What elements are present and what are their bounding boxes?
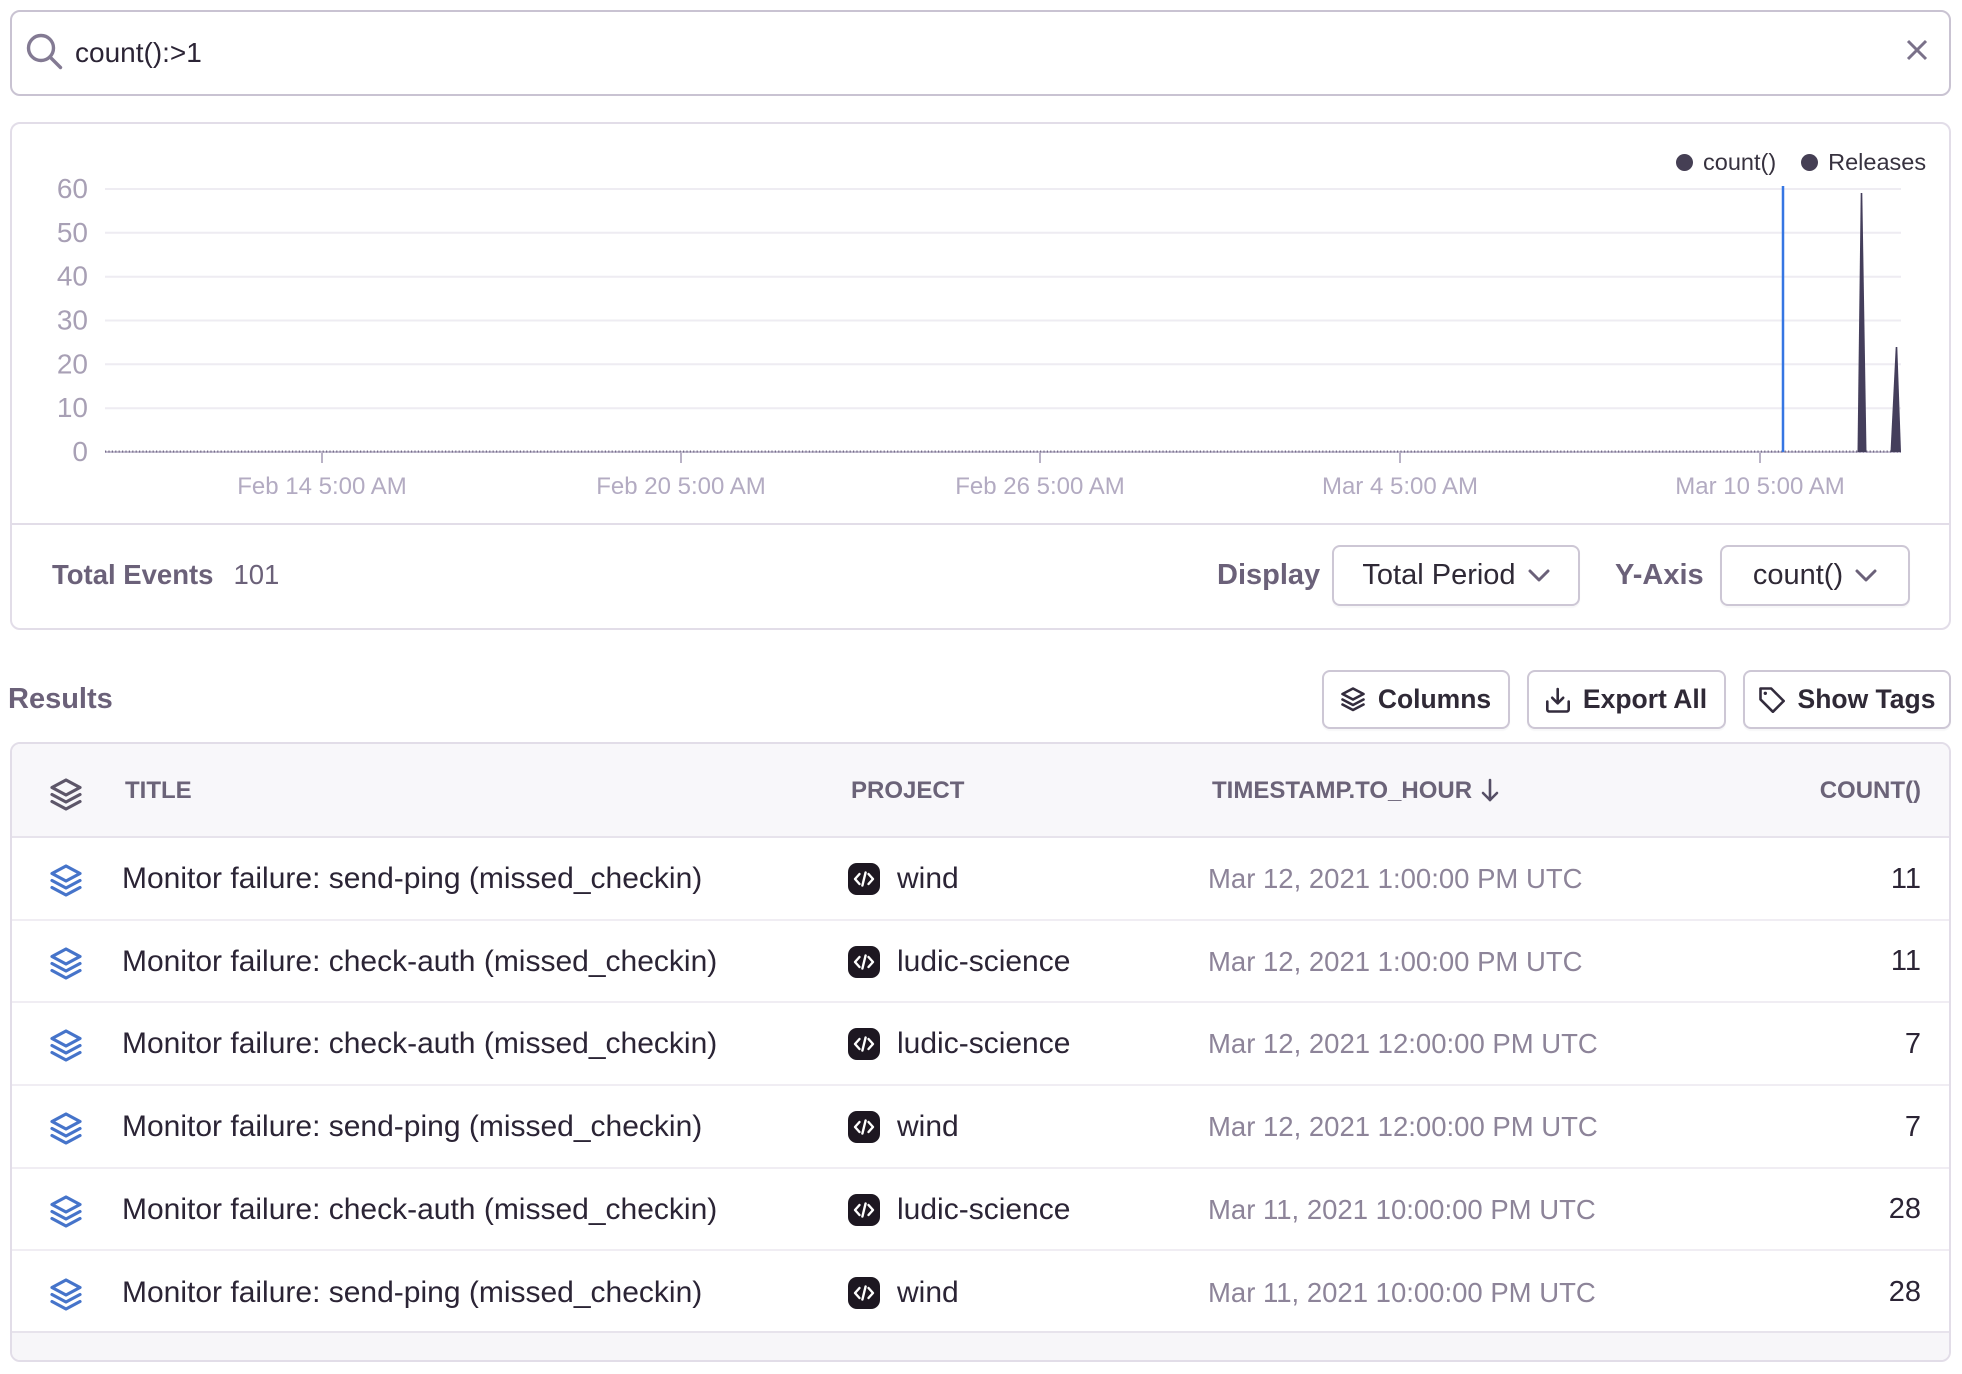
- svg-text:10: 10: [57, 392, 88, 423]
- svg-text:Feb 20 5:00 AM: Feb 20 5:00 AM: [596, 473, 765, 500]
- svg-text:40: 40: [57, 261, 88, 292]
- svg-text:Feb 14 5:00 AM: Feb 14 5:00 AM: [237, 473, 406, 500]
- svg-text:30: 30: [57, 305, 88, 336]
- svg-text:Mar 4 5:00 AM: Mar 4 5:00 AM: [1322, 473, 1478, 500]
- svg-text:Mar 10 5:00 AM: Mar 10 5:00 AM: [1675, 473, 1844, 500]
- svg-text:60: 60: [57, 173, 88, 204]
- svg-text:20: 20: [57, 348, 88, 379]
- svg-text:0: 0: [72, 436, 88, 467]
- svg-text:Feb 26 5:00 AM: Feb 26 5:00 AM: [955, 473, 1124, 500]
- svg-text:50: 50: [57, 217, 88, 248]
